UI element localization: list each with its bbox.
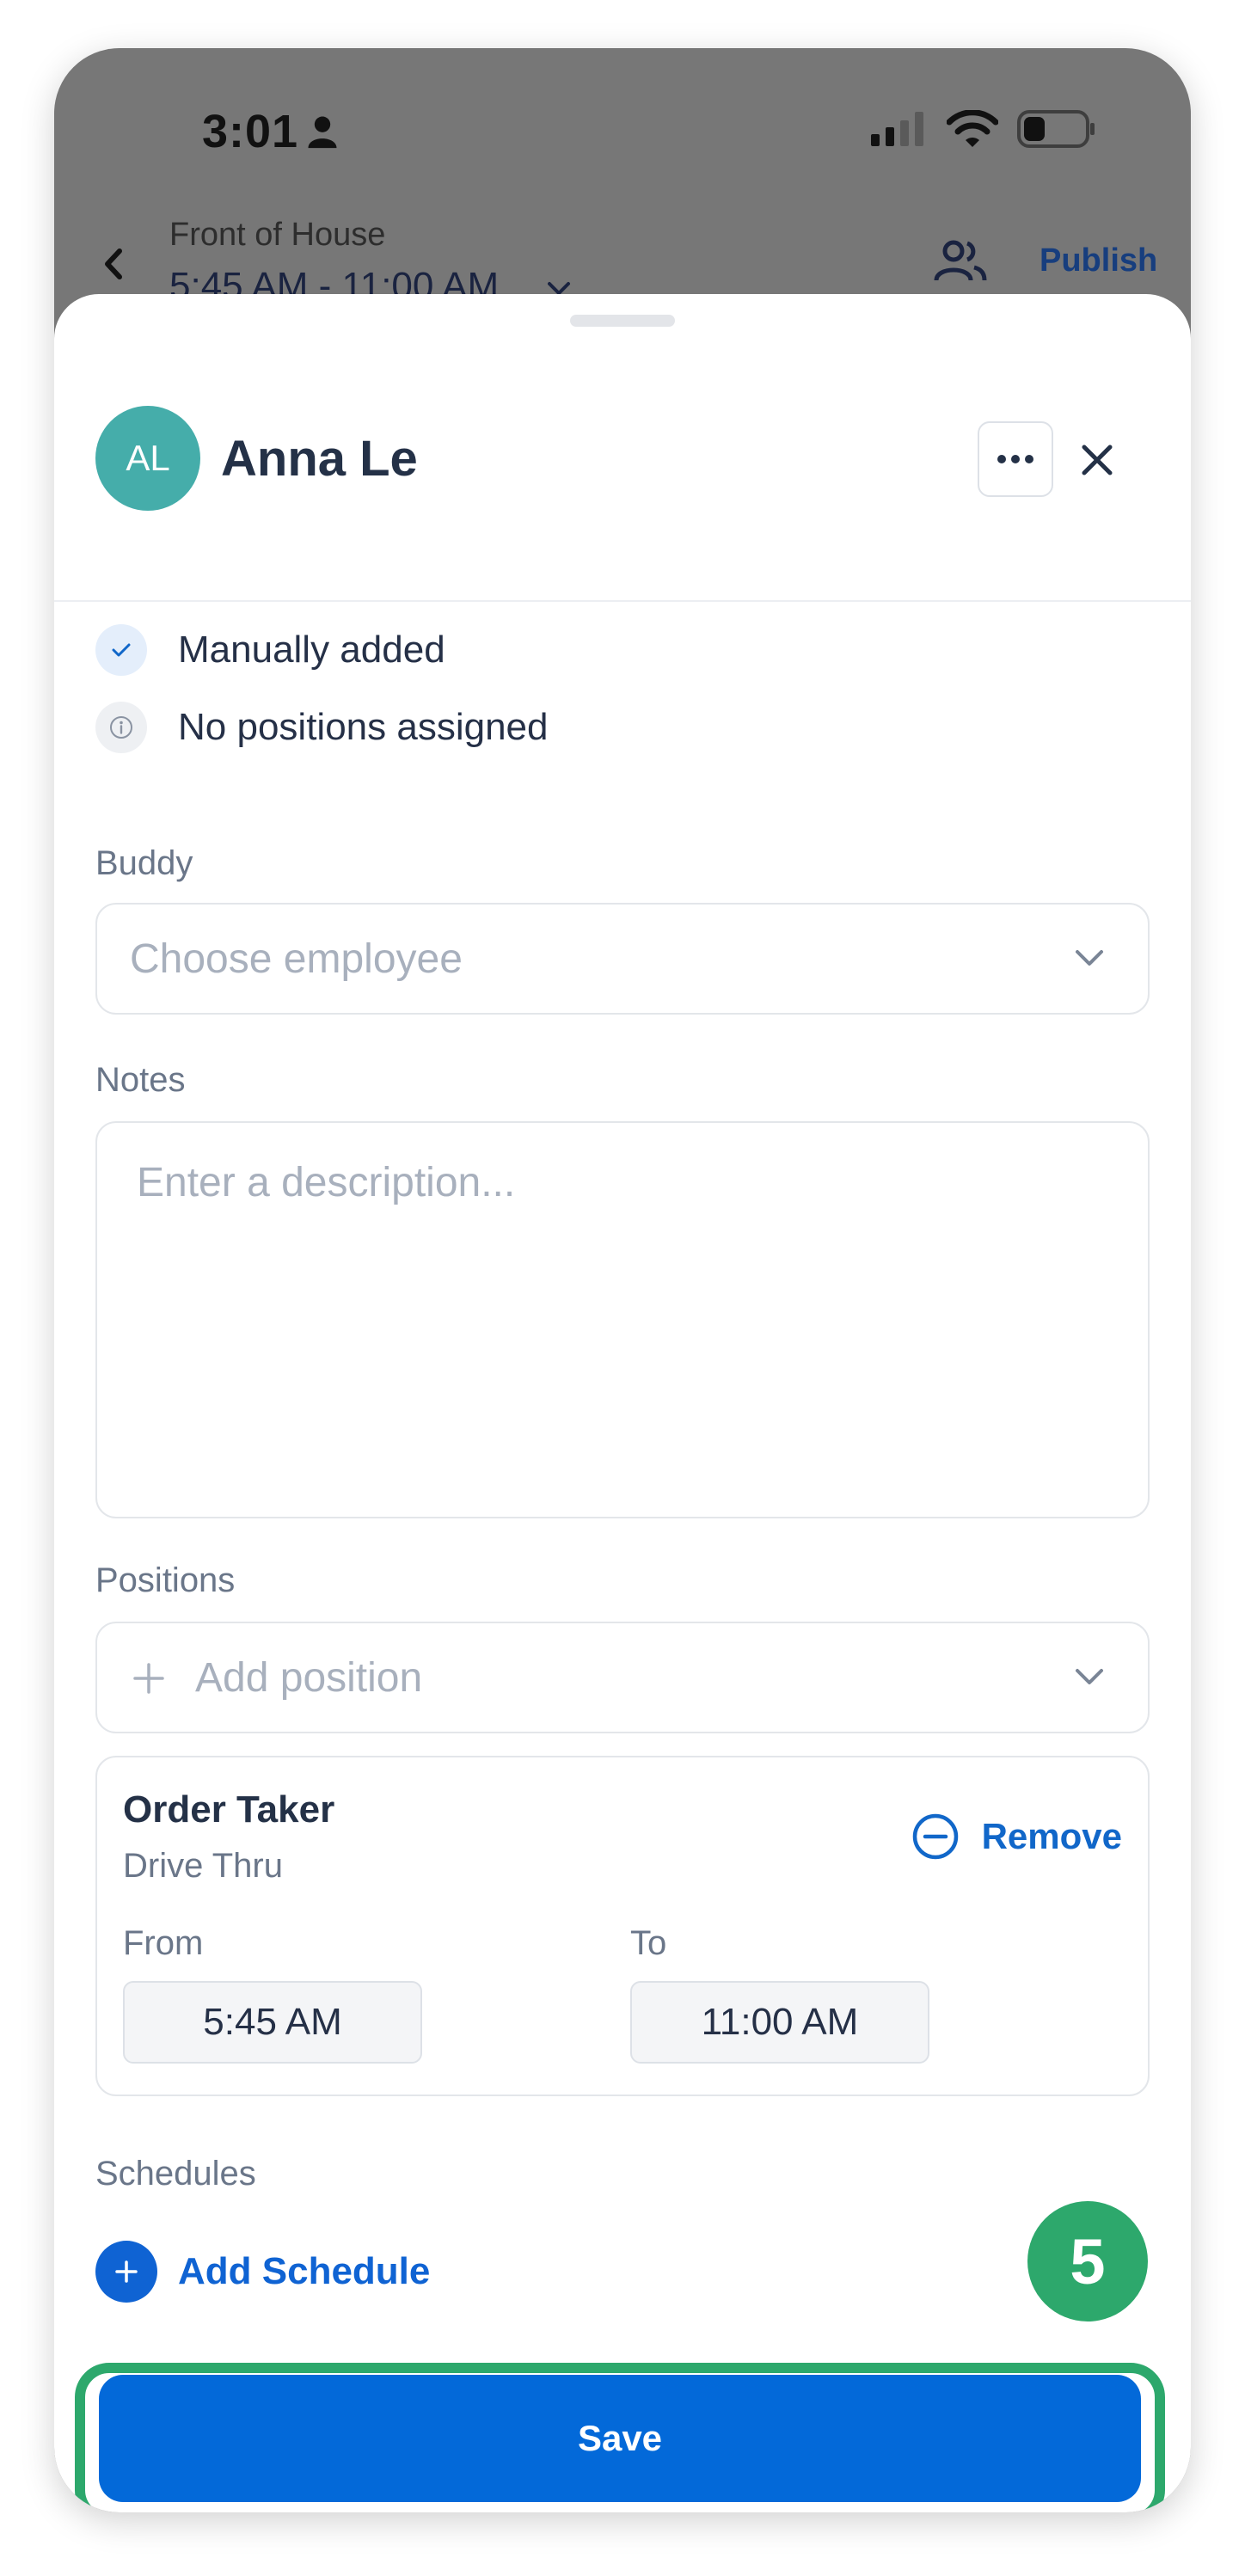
chevron-down-icon <box>1076 950 1103 966</box>
ellipsis-icon <box>997 455 1033 463</box>
employee-bottom-sheet: AL Anna Le Manually added No positions a… <box>54 294 1191 2512</box>
minus-circle-icon <box>912 1813 958 1860</box>
remove-label: Remove <box>981 1816 1122 1856</box>
buddy-select[interactable]: Choose employee <box>95 903 1150 1015</box>
status-bar: 3:01 <box>54 48 1191 212</box>
wifi-icon <box>947 110 998 147</box>
status-right <box>871 110 1096 148</box>
more-options-button[interactable] <box>978 421 1053 497</box>
phone-frame: 3:01 Front of House 5:45 AM - 11:00 AM P… <box>54 48 1191 2512</box>
close-button[interactable] <box>1067 430 1127 490</box>
close-icon <box>1082 445 1113 475</box>
chevron-down-icon <box>1076 1669 1103 1684</box>
buddy-label: Buddy <box>95 844 193 882</box>
positions-label: Positions <box>95 1561 236 1599</box>
remove-position-button[interactable]: Remove <box>911 1812 1122 1861</box>
header-subtitle: Front of House <box>169 217 386 253</box>
add-position-placeholder: Add position <box>195 1655 423 1701</box>
schedules-label: Schedules <box>95 2155 256 2193</box>
manually-added-row: Manually added <box>95 624 445 676</box>
position-title: Order Taker <box>123 1788 335 1831</box>
to-time-field[interactable]: 11:00 AM <box>630 1981 929 2064</box>
notes-label: Notes <box>95 1061 186 1099</box>
avatar: AL <box>95 406 200 511</box>
position-subtitle: Drive Thru <box>123 1847 283 1885</box>
header-divider <box>54 600 1191 602</box>
step-number-badge: 5 <box>1027 2201 1148 2321</box>
plus-icon <box>133 1663 164 1694</box>
from-time-field[interactable]: 5:45 AM <box>123 1981 422 2064</box>
buddy-placeholder: Choose employee <box>130 936 463 982</box>
publish-button[interactable]: Publish <box>1040 242 1157 279</box>
info-icon <box>95 702 147 753</box>
battery-icon <box>1017 110 1095 148</box>
plus-circle-icon <box>95 2241 157 2303</box>
notes-placeholder: Enter a description... <box>137 1160 516 1205</box>
cellular-signal-icon <box>871 112 923 146</box>
to-label: To <box>630 1924 667 1962</box>
sheet-drag-handle[interactable] <box>570 315 675 327</box>
check-icon <box>95 624 147 676</box>
person-icon <box>308 116 337 149</box>
add-schedule-button[interactable]: Add Schedule <box>95 2241 430 2303</box>
save-button[interactable]: Save <box>99 2375 1141 2502</box>
position-card: Order Taker Drive Thru Remove From 5:45 … <box>95 1756 1150 2096</box>
manually-added-text: Manually added <box>178 629 445 671</box>
from-label: From <box>123 1924 204 1962</box>
status-time: 3:01 <box>202 106 299 157</box>
people-icon[interactable] <box>933 239 988 284</box>
add-position-select[interactable]: Add position <box>95 1622 1150 1733</box>
notes-textarea[interactable]: Enter a description... <box>95 1121 1150 1518</box>
back-chevron-icon[interactable] <box>95 242 130 285</box>
no-positions-text: No positions assigned <box>178 706 549 748</box>
employee-name: Anna Le <box>221 431 418 487</box>
add-schedule-label: Add Schedule <box>178 2250 431 2292</box>
no-positions-row: No positions assigned <box>95 702 548 753</box>
